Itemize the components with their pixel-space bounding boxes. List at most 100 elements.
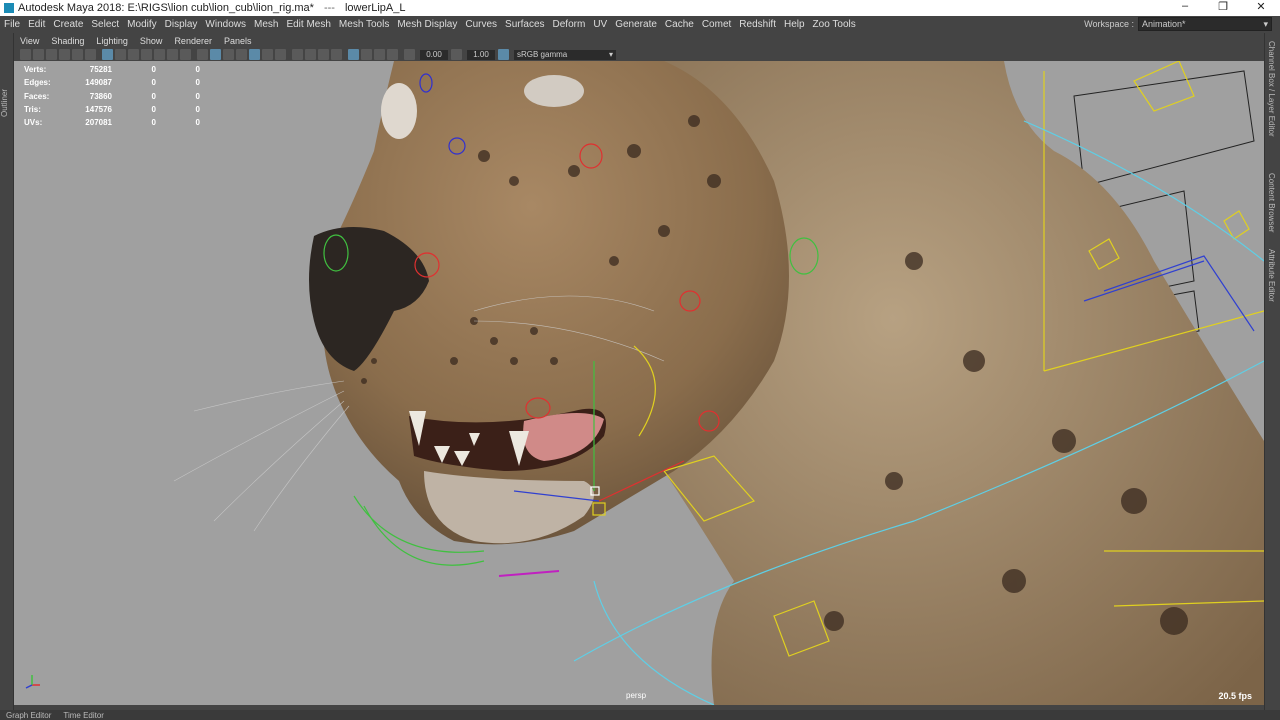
window-controls: – ❐ ✕ xyxy=(1166,0,1280,16)
menu-file[interactable]: File xyxy=(0,19,24,30)
hud-value: 73860 xyxy=(89,91,112,101)
field-chart-icon[interactable] xyxy=(154,49,165,60)
isolate-select-icon[interactable] xyxy=(331,49,342,60)
use-all-lights-icon[interactable] xyxy=(249,49,260,60)
color-management-icon[interactable] xyxy=(498,49,509,60)
hud-value: 0 xyxy=(151,65,156,75)
view-axis-icon xyxy=(25,675,40,689)
camera-name-label: persp xyxy=(626,691,647,700)
menu-help[interactable]: Help xyxy=(780,19,809,30)
hud-value: 0 xyxy=(151,105,156,115)
hud-row: Tris: 147576 0 0 xyxy=(24,103,200,116)
hud-label: Verts: xyxy=(24,65,47,75)
selected-object-name: lowerLipA_L xyxy=(344,2,406,14)
bookmark-icon[interactable] xyxy=(46,49,57,60)
gate-mask-icon[interactable] xyxy=(141,49,152,60)
grid-icon[interactable] xyxy=(102,49,113,60)
menu-mesh[interactable]: Mesh xyxy=(250,19,282,30)
chevron-down-icon: ▾ xyxy=(1263,18,1268,29)
menu-create[interactable]: Create xyxy=(49,19,87,30)
textured-icon[interactable] xyxy=(236,49,247,60)
safe-action-icon[interactable] xyxy=(167,49,178,60)
hud-value: 0 xyxy=(151,91,156,101)
menu-windows[interactable]: Windows xyxy=(201,19,250,30)
hud-label: Faces: xyxy=(24,91,50,101)
attribute-editor-tab[interactable]: Attribute Editor xyxy=(1267,249,1276,309)
hud-value: 0 xyxy=(195,105,200,115)
outliner-strip[interactable]: Outliner xyxy=(0,33,14,710)
gamma-icon[interactable] xyxy=(451,49,462,60)
menu-edit[interactable]: Edit xyxy=(24,19,49,30)
panel-menu-show[interactable]: Show xyxy=(134,36,169,48)
poly-count-hud: Verts: 75281 0 0 Edges: 149087 0 0 Faces… xyxy=(24,63,200,129)
menu-curves[interactable]: Curves xyxy=(461,19,501,30)
menu-mesh-tools[interactable]: Mesh Tools xyxy=(335,19,393,30)
hud-row: Faces: 73860 0 0 xyxy=(24,90,200,103)
exposure-field[interactable]: 0.00 xyxy=(420,49,448,60)
exposure-icon[interactable] xyxy=(404,49,415,60)
camera-select-icon[interactable] xyxy=(20,49,31,60)
workspace-value: Animation* xyxy=(1142,19,1186,29)
hud-value: 149087 xyxy=(85,78,112,88)
panel-menu-view[interactable]: View xyxy=(14,36,45,48)
bottom-tab-bar: Graph Editor Time Editor xyxy=(0,710,1280,720)
restore-button[interactable]: ❐ xyxy=(1204,0,1242,16)
3d-viewport[interactable]: Verts: 75281 0 0 Edges: 149087 0 0 Faces… xyxy=(14,61,1264,705)
xray-active-icon[interactable] xyxy=(374,49,385,60)
close-button[interactable]: ✕ xyxy=(1242,0,1280,16)
channel-box-tab[interactable]: Channel Box / Layer Editor xyxy=(1267,41,1276,161)
minimize-button[interactable]: – xyxy=(1166,0,1204,16)
panel-menu-panels[interactable]: Panels xyxy=(218,36,258,48)
anti-aliasing-icon[interactable] xyxy=(305,49,316,60)
motion-blur-icon[interactable] xyxy=(292,49,303,60)
menu-surfaces[interactable]: Surfaces xyxy=(501,19,548,30)
view-transform-dropdown[interactable]: sRGB gamma ▾ xyxy=(514,49,616,60)
outliner-tab-label: Outliner xyxy=(0,89,9,118)
panel-toolbar: 0.00 1.00 sRGB gamma ▾ xyxy=(14,48,1264,61)
hud-label: Edges: xyxy=(24,78,51,88)
camera-attributes-icon[interactable] xyxy=(33,49,44,60)
image-plane-icon[interactable] xyxy=(59,49,70,60)
tab-time-editor[interactable]: Time Editor xyxy=(57,711,110,720)
two-d-pan-icon[interactable] xyxy=(72,49,83,60)
tab-graph-editor[interactable]: Graph Editor xyxy=(0,711,57,720)
hud-value: 0 xyxy=(195,118,200,128)
grease-pencil-icon[interactable] xyxy=(85,49,96,60)
depth-of-field-icon[interactable] xyxy=(318,49,329,60)
film-gate-icon[interactable] xyxy=(115,49,126,60)
maya-app-icon xyxy=(4,3,14,13)
menu-display[interactable]: Display xyxy=(161,19,202,30)
menu-zoo-tools[interactable]: Zoo Tools xyxy=(809,19,860,30)
resolution-gate-icon[interactable] xyxy=(128,49,139,60)
menu-mesh-display[interactable]: Mesh Display xyxy=(393,19,461,30)
backface-culling-icon[interactable] xyxy=(387,49,398,60)
wireframe-icon[interactable] xyxy=(197,49,208,60)
panel-menu-lighting[interactable]: Lighting xyxy=(90,36,134,48)
menu-modify[interactable]: Modify xyxy=(123,19,160,30)
menu-generate[interactable]: Generate xyxy=(611,19,661,30)
xray-icon[interactable] xyxy=(348,49,359,60)
content-browser-tab[interactable]: Content Browser xyxy=(1267,173,1276,243)
gamma-field[interactable]: 1.00 xyxy=(467,49,495,60)
safe-title-icon[interactable] xyxy=(180,49,191,60)
menu-cache[interactable]: Cache xyxy=(661,19,698,30)
hud-value: 207081 xyxy=(85,118,112,128)
menu-deform[interactable]: Deform xyxy=(549,19,590,30)
xray-joints-icon[interactable] xyxy=(361,49,372,60)
shadows-icon[interactable] xyxy=(262,49,273,60)
menu-comet[interactable]: Comet xyxy=(698,19,735,30)
ambient-occlusion-icon[interactable] xyxy=(275,49,286,60)
hud-value: 0 xyxy=(151,78,156,88)
menu-edit-mesh[interactable]: Edit Mesh xyxy=(282,19,334,30)
panel-menu-shading[interactable]: Shading xyxy=(45,36,90,48)
menu-redshift[interactable]: Redshift xyxy=(735,19,780,30)
hud-value: 0 xyxy=(195,91,200,101)
panel-menu-renderer[interactable]: Renderer xyxy=(168,36,218,48)
menu-uv[interactable]: UV xyxy=(589,19,611,30)
smooth-shade-icon[interactable] xyxy=(210,49,221,60)
title-separator: --- xyxy=(323,2,335,14)
menu-select[interactable]: Select xyxy=(87,19,123,30)
wireframe-on-shaded-icon[interactable] xyxy=(223,49,234,60)
workspace-dropdown[interactable]: Animation* ▾ xyxy=(1138,17,1272,31)
panel-menu: View Shading Lighting Show Renderer Pane… xyxy=(14,36,258,48)
